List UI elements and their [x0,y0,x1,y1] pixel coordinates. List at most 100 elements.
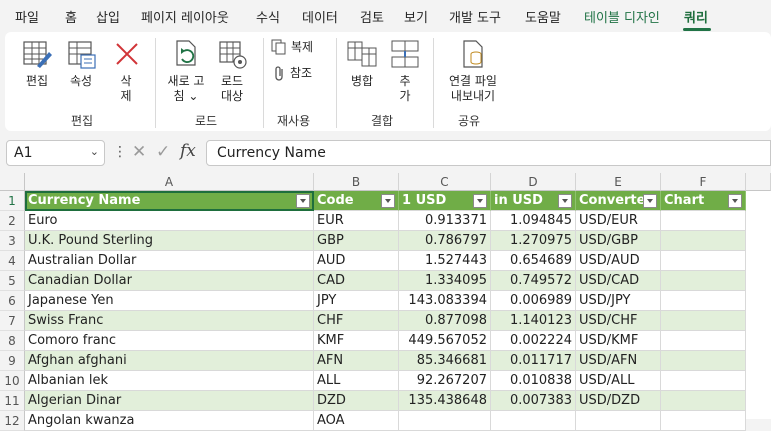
table-cell[interactable]: USD/AFN [576,351,661,371]
table-cell[interactable] [576,411,661,431]
table-cell[interactable]: 449.567052 [399,331,491,351]
filter-dropdown-icon[interactable] [728,194,742,208]
column-header-e[interactable]: E [576,173,661,191]
table-cell[interactable] [661,231,746,251]
table-cell[interactable]: 1.140123 [491,311,576,331]
table-cell[interactable]: 0.913371 [399,211,491,231]
more-options-icon[interactable]: ⋮ [113,144,127,160]
table-cell[interactable]: Albanian lek [25,371,314,391]
table-cell[interactable] [399,411,491,431]
column-header-f[interactable]: F [661,173,746,191]
filter-dropdown-icon[interactable] [473,194,487,208]
table-cell[interactable]: Australian Dollar [25,251,314,271]
table-cell[interactable]: CHF [314,311,399,331]
name-box[interactable]: A1 ⌄ [6,140,105,166]
table-cell[interactable]: Comoro franc [25,331,314,351]
column-header-c[interactable]: C [399,173,491,191]
table-cell[interactable]: Japanese Yen [25,291,314,311]
table-cell[interactable] [661,331,746,351]
table-cell[interactable]: 0.749572 [491,271,576,291]
column-header-b[interactable]: B [314,173,399,191]
table-cell[interactable]: USD/JPY [576,291,661,311]
table-cell[interactable] [661,351,746,371]
column-header-d[interactable]: D [491,173,576,191]
chevron-down-icon[interactable]: ⌄ [90,145,99,158]
table-cell[interactable]: 0.786797 [399,231,491,251]
table-header-cell[interactable]: Code [314,191,399,211]
table-cell[interactable]: USD/CHF [576,311,661,331]
merge-button[interactable]: 병합 [344,38,380,89]
column-header-a[interactable]: A [25,173,314,191]
table-cell[interactable]: 143.083394 [399,291,491,311]
table-cell[interactable]: USD/AUD [576,251,661,271]
table-cell[interactable]: 1.334095 [399,271,491,291]
append-button[interactable]: 추 가 [389,38,421,104]
select-all-corner[interactable] [0,173,25,191]
table-cell[interactable]: AFN [314,351,399,371]
table-cell[interactable]: 0.877098 [399,311,491,331]
table-cell[interactable]: 0.654689 [491,251,576,271]
table-cell[interactable]: 85.346681 [399,351,491,371]
menu-data[interactable]: 데이터 [302,7,338,26]
table-cell[interactable] [661,291,746,311]
table-cell[interactable] [661,271,746,291]
table-cell[interactable]: EUR [314,211,399,231]
table-cell[interactable]: CAD [314,271,399,291]
table-cell[interactable]: 0.002224 [491,331,576,351]
filter-dropdown-icon[interactable] [558,194,572,208]
table-cell[interactable]: U.K. Pound Sterling [25,231,314,251]
table-cell[interactable]: 1.094845 [491,211,576,231]
table-cell[interactable]: DZD [314,391,399,411]
row-header[interactable]: 11 [0,391,25,411]
table-cell[interactable] [661,211,746,231]
delete-button[interactable]: 삭 제 [113,38,139,104]
row-header[interactable]: 8 [0,331,25,351]
table-cell[interactable]: USD/CAD [576,271,661,291]
menu-file[interactable]: 파일 [15,7,39,26]
row-header[interactable]: 10 [0,371,25,391]
table-cell[interactable] [661,311,746,331]
table-cell[interactable]: Algerian Dinar [25,391,314,411]
cancel-icon[interactable]: ✕ [132,142,146,162]
menu-query[interactable]: 쿼리 [684,7,708,26]
table-cell[interactable]: USD/DZD [576,391,661,411]
table-header-cell[interactable]: Converter [576,191,661,211]
table-cell[interactable] [661,251,746,271]
table-header-cell[interactable]: in USD [491,191,576,211]
formula-input[interactable]: Currency Name [206,140,771,166]
table-cell[interactable]: 135.438648 [399,391,491,411]
confirm-check-icon[interactable]: ✓ [156,142,170,162]
row-header[interactable]: 4 [0,251,25,271]
row-header[interactable]: 5 [0,271,25,291]
table-header-cell[interactable]: Currency Name [25,191,314,211]
properties-button[interactable]: 속성 [63,38,99,89]
row-header[interactable]: 2 [0,211,25,231]
menu-view[interactable]: 보기 [404,7,428,26]
table-cell[interactable] [661,371,746,391]
menu-home[interactable]: 홈 [65,7,77,26]
table-cell[interactable]: AUD [314,251,399,271]
insert-function-icon[interactable]: fx [180,141,196,161]
menu-insert[interactable]: 삽입 [96,7,120,26]
menu-developer[interactable]: 개발 도구 [449,7,501,26]
table-cell[interactable] [661,411,746,431]
table-cell[interactable]: KMF [314,331,399,351]
load-to-button[interactable]: 로드 대상 [214,38,250,104]
table-cell[interactable] [491,411,576,431]
table-cell[interactable]: Angolan kwanza [25,411,314,431]
row-header[interactable]: 1 [0,191,25,211]
table-cell[interactable]: Euro [25,211,314,231]
reference-button[interactable]: 참조 [273,64,312,81]
menu-formulas[interactable]: 수식 [256,7,280,26]
table-cell[interactable]: USD/EUR [576,211,661,231]
table-cell[interactable]: 92.267207 [399,371,491,391]
table-cell[interactable]: GBP [314,231,399,251]
row-header[interactable]: 3 [0,231,25,251]
filter-dropdown-icon[interactable] [296,194,310,208]
edit-query-button[interactable]: 편집 [19,38,55,89]
refresh-button[interactable]: 새로 고 침 ⌄ [163,38,209,104]
table-cell[interactable]: 1.270975 [491,231,576,251]
table-cell[interactable] [661,391,746,411]
filter-dropdown-icon[interactable] [381,194,395,208]
row-header[interactable]: 9 [0,351,25,371]
